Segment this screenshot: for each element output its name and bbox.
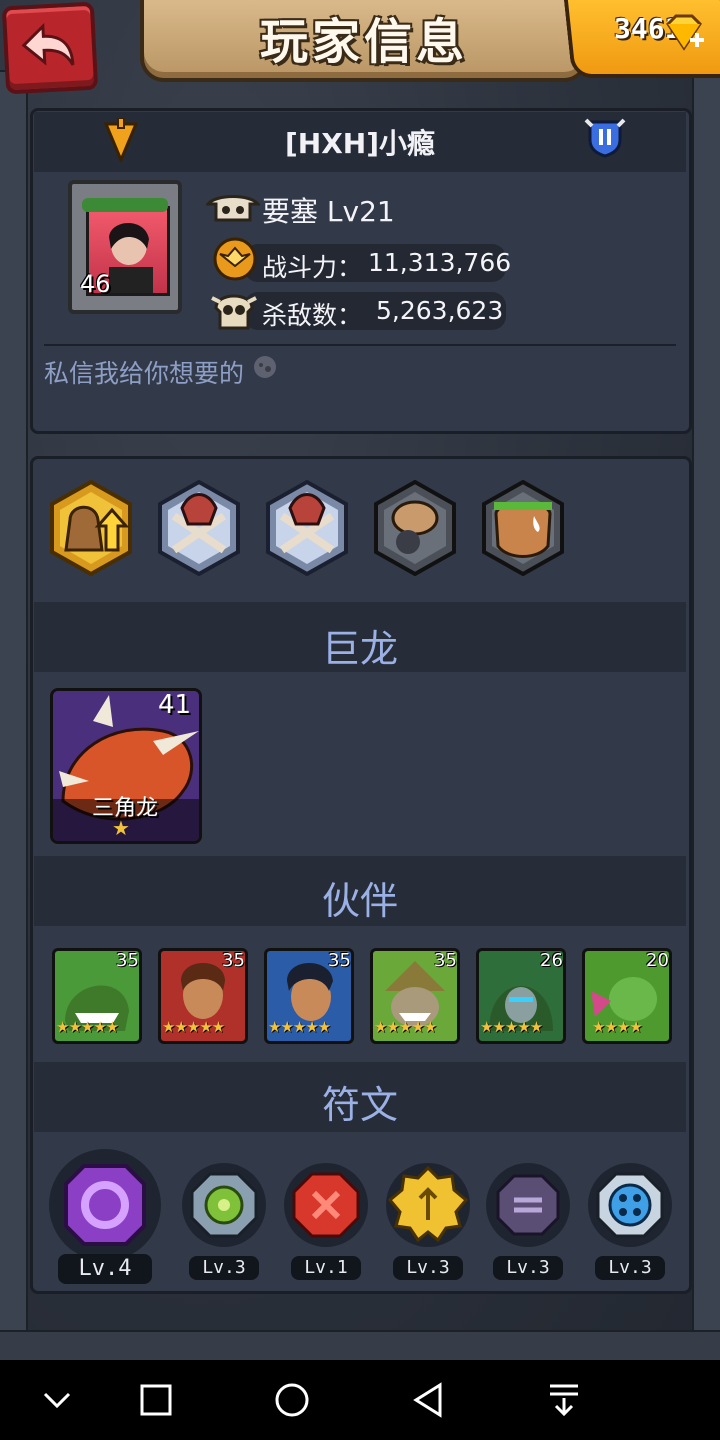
rune-level: Lv.3 (595, 1256, 665, 1280)
kills-label: 杀敌数： (262, 301, 363, 330)
power-label: 战斗力： (262, 253, 363, 282)
page-title: 玩家信息 (259, 14, 468, 70)
gem-plus-icon[interactable] (662, 14, 706, 54)
collapse-chevron-icon[interactable] (40, 1380, 74, 1420)
signature-text: 私信我给你想要的 (44, 359, 245, 388)
right-stone-frame (692, 70, 720, 1364)
info-divider (44, 344, 676, 346)
back-button[interactable] (1, 1, 99, 95)
title-plate: 玩家信息 (140, 0, 588, 82)
companion-level: 35 (434, 950, 457, 971)
moon-emoji-icon (253, 356, 276, 378)
back-triangle-icon[interactable] (410, 1380, 446, 1420)
rune-slot[interactable] (484, 1160, 572, 1254)
system-nav-bar (0, 1360, 720, 1440)
companion-stars: ★★★★★ (268, 1018, 331, 1036)
back-arrow-icon (21, 22, 75, 66)
companion-stars: ★★★★★ (162, 1018, 225, 1036)
companions-section-title: 伙伴 (321, 879, 398, 923)
runes-section-title: 符文 (321, 1083, 398, 1127)
companion-level: 20 (646, 950, 669, 971)
rune-slot[interactable] (384, 1160, 472, 1254)
rune-level: Lv.3 (393, 1256, 463, 1280)
upgrade-sack-badge-icon[interactable] (46, 480, 136, 576)
rune-slot[interactable] (46, 1146, 164, 1268)
rune-level: Lv.3 (189, 1256, 259, 1280)
notification-pull-icon[interactable] (546, 1380, 582, 1420)
gold-rune-icon (386, 1163, 470, 1247)
power-eagle-icon (213, 237, 257, 281)
companion-stars: ★★★★★ (56, 1018, 119, 1036)
recent-apps-icon[interactable] (138, 1380, 174, 1420)
rune-level: Lv.4 (58, 1254, 152, 1284)
avatar-frame-grass (82, 198, 168, 212)
dragon-stars: ★ (112, 816, 130, 840)
companion-stars: ★★★★ (592, 1018, 643, 1036)
avatar-level: 46 (80, 270, 111, 298)
rune-level: Lv.3 (493, 1256, 563, 1280)
dark-rune-icon (486, 1163, 570, 1247)
dragon-level: 41 (158, 690, 192, 720)
companion-stars: ★★★★★ (374, 1018, 437, 1036)
left-stone-frame (0, 70, 28, 1364)
fortress-skull-icon (206, 195, 260, 222)
axe-bones-badge-icon[interactable] (154, 480, 244, 576)
orc-face-badge-icon[interactable] (478, 480, 568, 576)
purple-rune-icon (49, 1149, 161, 1261)
rune-slot[interactable] (180, 1160, 268, 1254)
companion-level: 26 (540, 950, 563, 971)
rune-level: Lv.1 (291, 1256, 361, 1280)
companion-level: 35 (116, 950, 139, 971)
kills-skull-icon (211, 294, 257, 330)
green-rune-icon (182, 1163, 266, 1247)
home-icon[interactable] (272, 1380, 312, 1420)
bottom-stone-frame (0, 1330, 720, 1362)
companion-level: 35 (328, 950, 351, 971)
companion-stars: ★★★★★ (480, 1018, 543, 1036)
blue-rune-icon (588, 1163, 672, 1247)
guild-emblem-icon[interactable] (584, 116, 626, 158)
dragon-section-title: 巨龙 (321, 627, 398, 671)
power-value: 11,313,766 (368, 248, 512, 277)
rune-slot[interactable] (586, 1160, 674, 1254)
kills-value: 5,263,623 (376, 296, 504, 325)
fortress-level: 要塞 Lv21 (262, 195, 395, 228)
companion-level: 35 (222, 950, 245, 971)
axe-bones-badge-icon[interactable] (262, 480, 352, 576)
player-signature: 私信我给你想要的 (44, 354, 278, 390)
dwarf-badge-icon[interactable] (370, 480, 460, 576)
red-rune-icon (284, 1163, 368, 1247)
rune-slot[interactable] (282, 1160, 370, 1254)
